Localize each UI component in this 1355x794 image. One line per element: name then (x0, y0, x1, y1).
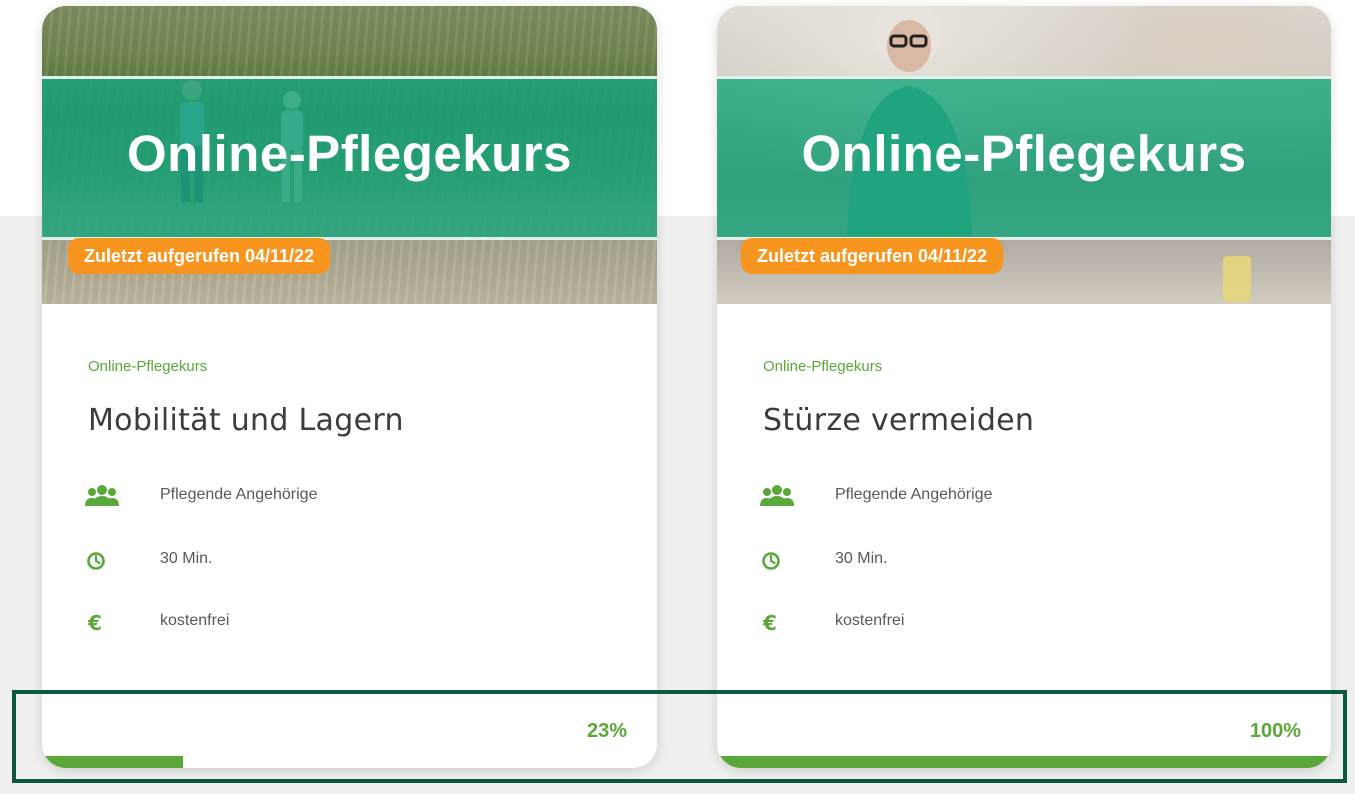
price-row: € kostenfrei (759, 608, 1259, 638)
course-banner-image[interactable]: Online-Pflegekurs Zuletzt aufgerufen 04/… (42, 6, 657, 304)
clock-icon (762, 552, 780, 570)
audience-row: Pflegende Angehörige (84, 482, 584, 512)
svg-text:€: € (762, 611, 777, 635)
euro-icon: € (87, 611, 102, 635)
banner-title: Online-Pflegekurs (127, 125, 572, 182)
banner-title: Online-Pflegekurs (801, 125, 1247, 182)
progress-highlight-box (12, 690, 1347, 783)
duration-row: 30 Min. (84, 546, 584, 576)
price-row: € kostenfrei (84, 608, 584, 638)
last-viewed-badge: Zuletzt aufgerufen 04/11/22 (68, 238, 331, 274)
svg-text:€: € (87, 611, 102, 635)
course-banner-image[interactable]: Online-Pflegekurs Zuletzt aufgerufen 04/… (717, 6, 1331, 304)
course-category: Online-Pflegekurs (763, 358, 883, 375)
users-icon (760, 485, 794, 506)
course-card[interactable]: Online-Pflegekurs Zuletzt aufgerufen 04/… (42, 6, 657, 768)
users-icon (85, 485, 119, 506)
price-text: kostenfrei (835, 612, 905, 629)
duration-text: 30 Min. (835, 550, 888, 567)
course-title[interactable]: Stürze vermeiden (763, 403, 1034, 438)
juice-glass (1223, 256, 1251, 302)
course-title[interactable]: Mobilität und Lagern (88, 403, 404, 438)
last-viewed-badge: Zuletzt aufgerufen 04/11/22 (741, 238, 1004, 274)
price-text: kostenfrei (160, 612, 230, 629)
audience-row: Pflegende Angehörige (759, 482, 1259, 512)
euro-icon: € (762, 611, 777, 635)
course-category: Online-Pflegekurs (88, 358, 208, 375)
clock-icon (87, 552, 105, 570)
audience-text: Pflegende Angehörige (835, 486, 993, 503)
duration-row: 30 Min. (759, 546, 1259, 576)
audience-text: Pflegende Angehörige (160, 486, 318, 503)
course-card[interactable]: Online-Pflegekurs Zuletzt aufgerufen 04/… (717, 6, 1331, 768)
duration-text: 30 Min. (160, 550, 213, 567)
